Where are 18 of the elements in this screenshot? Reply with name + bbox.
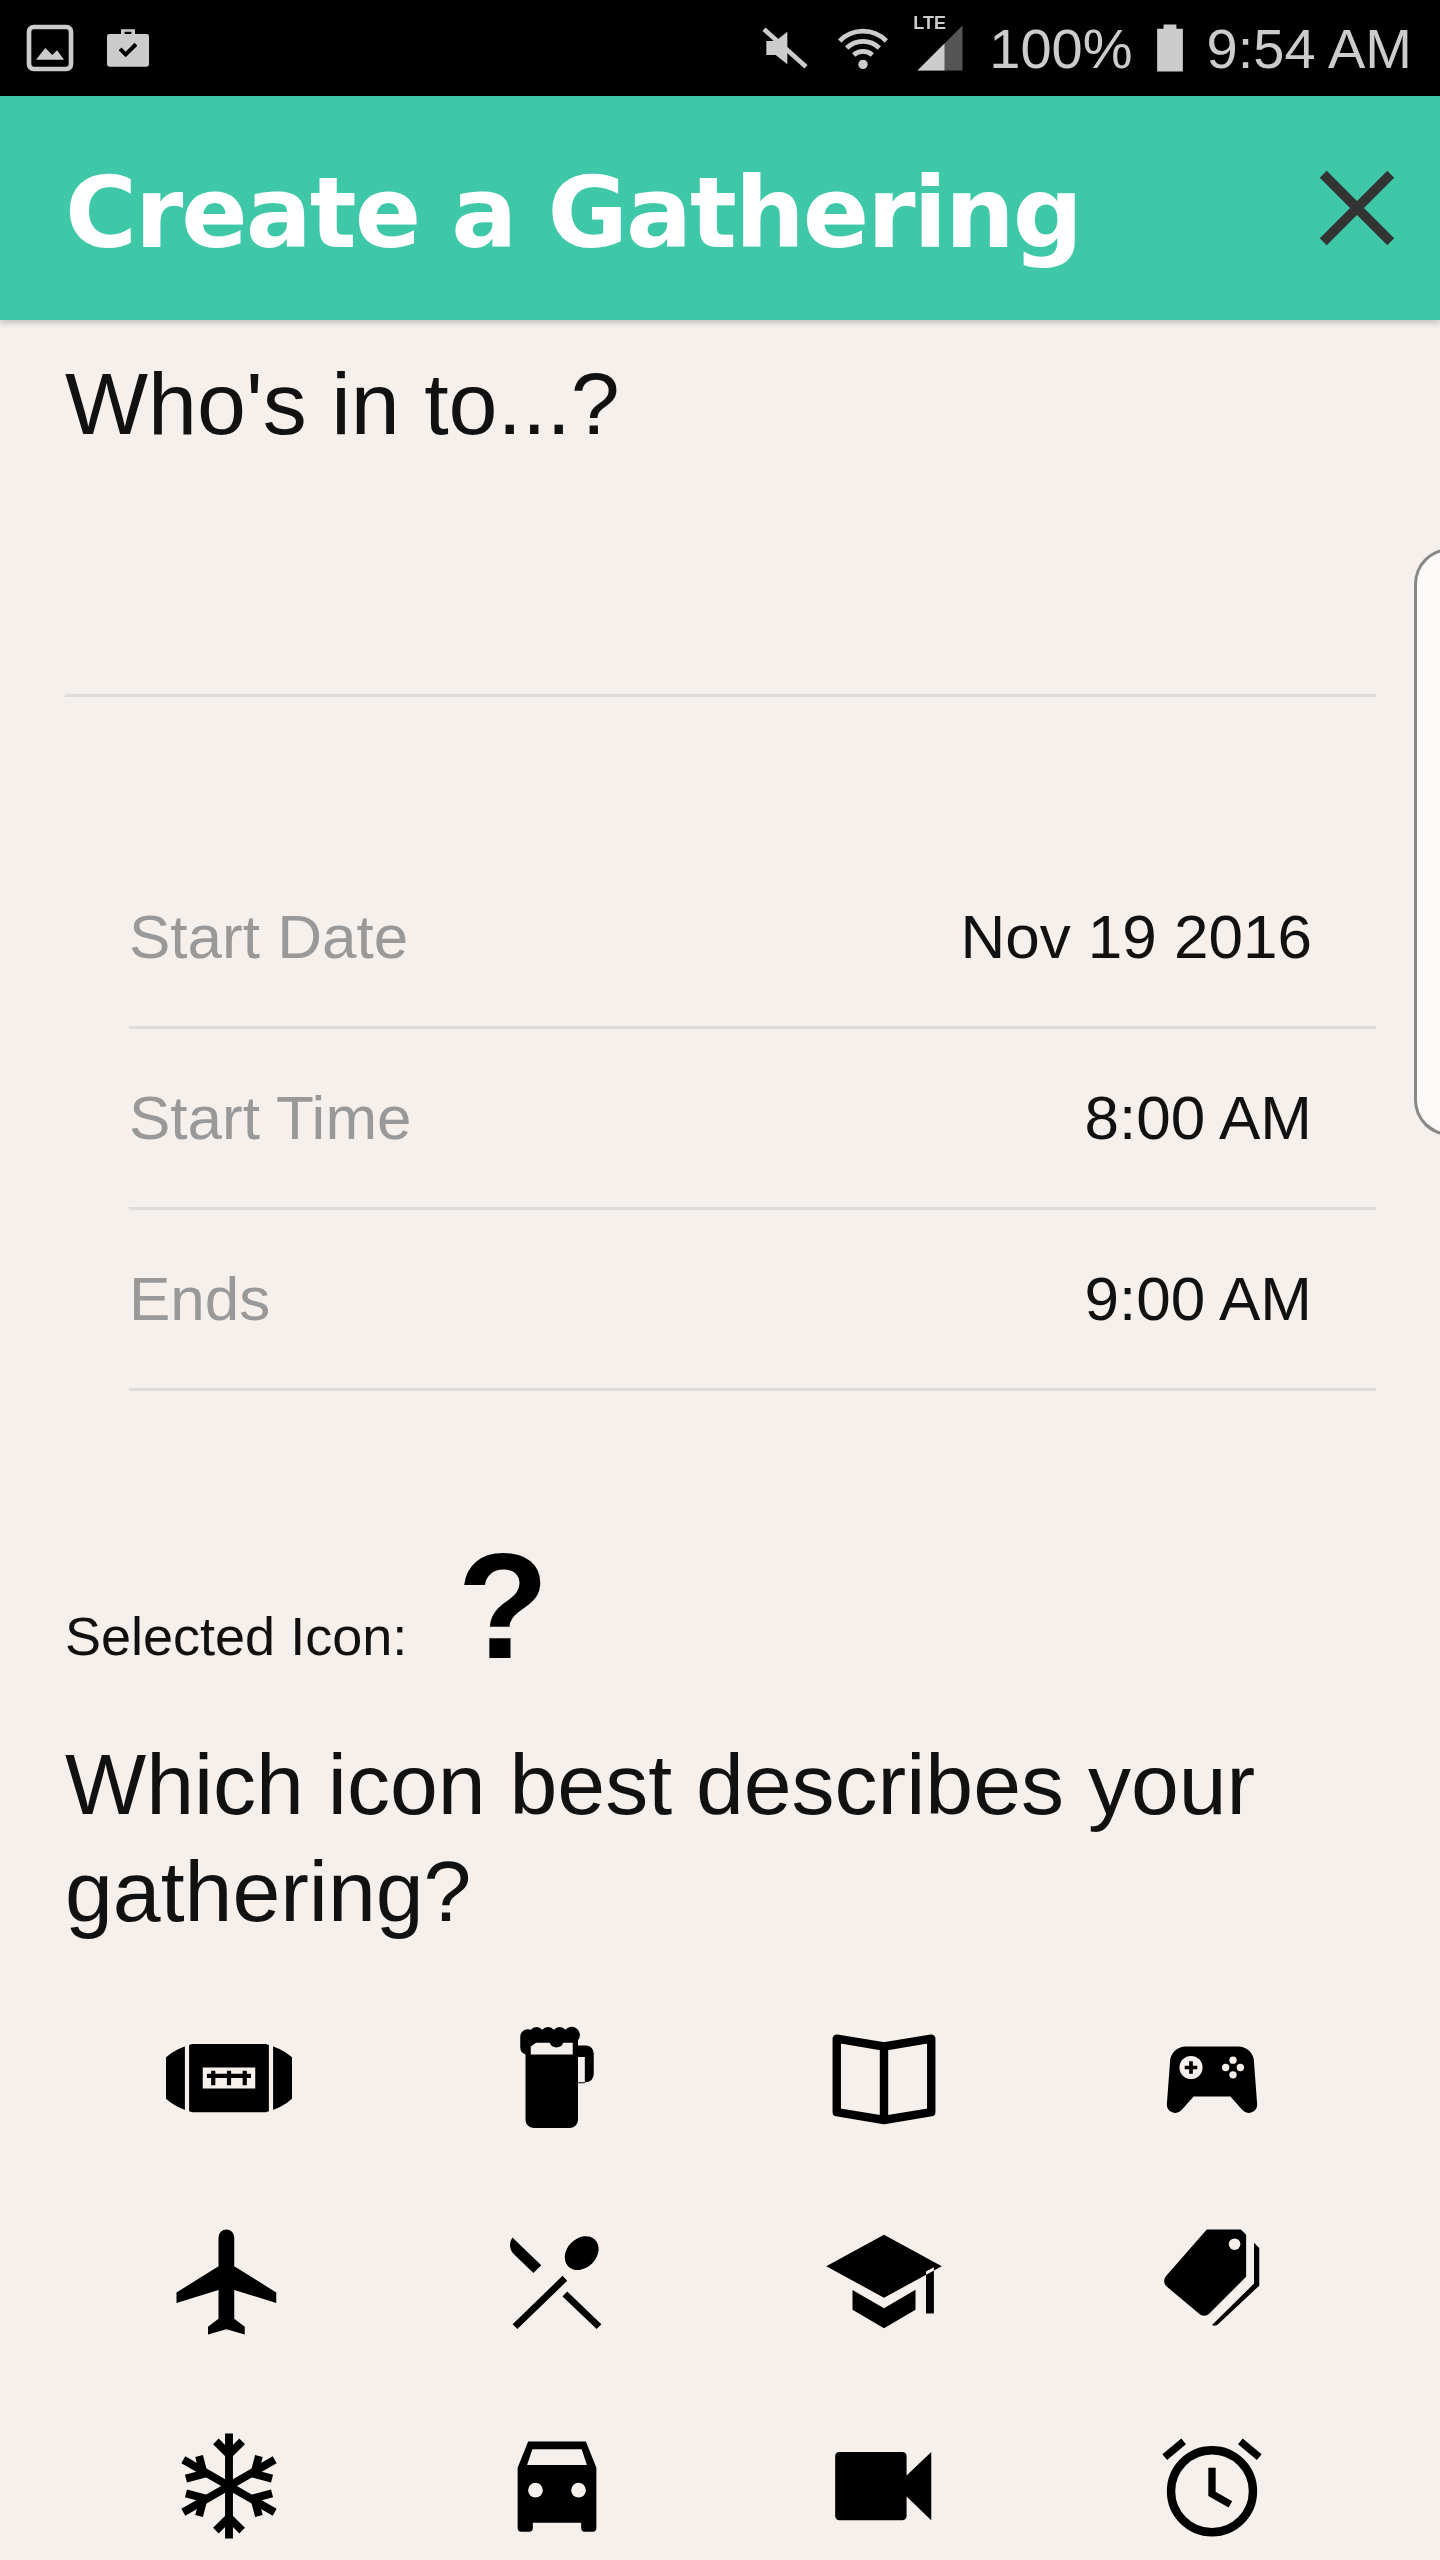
row-label: Start Date [129,900,409,972]
row-value: Nov 19 2016 [960,900,1312,972]
battery-icon [1154,22,1185,74]
row-label: Ends [129,1263,271,1335]
selected-icon-label: Selected Icon: [65,1604,408,1668]
icon-prompt: Which icon best describes your gathering? [65,1734,1257,1941]
schedule-row[interactable]: Ends 9:00 AM [129,1209,1376,1391]
app-title: Create a Gathering [65,155,1082,270]
schedule-row[interactable]: Start Time 8:00 AM [129,1028,1376,1210]
network-type: LTE [913,13,946,34]
selected-icon-value: ? [457,1530,549,1681]
row-label: Start Time [129,1082,412,1154]
row-value: 8:00 AM [1084,1082,1312,1154]
clock: 9:54 AM [1206,15,1412,81]
question-label: Who's in to...? [65,353,621,453]
battery-level: 100% [989,15,1133,81]
row-value: 9:00 AM [1084,1263,1312,1335]
schedule-row[interactable]: Start Date Nov 19 2016 [129,806,1376,1029]
